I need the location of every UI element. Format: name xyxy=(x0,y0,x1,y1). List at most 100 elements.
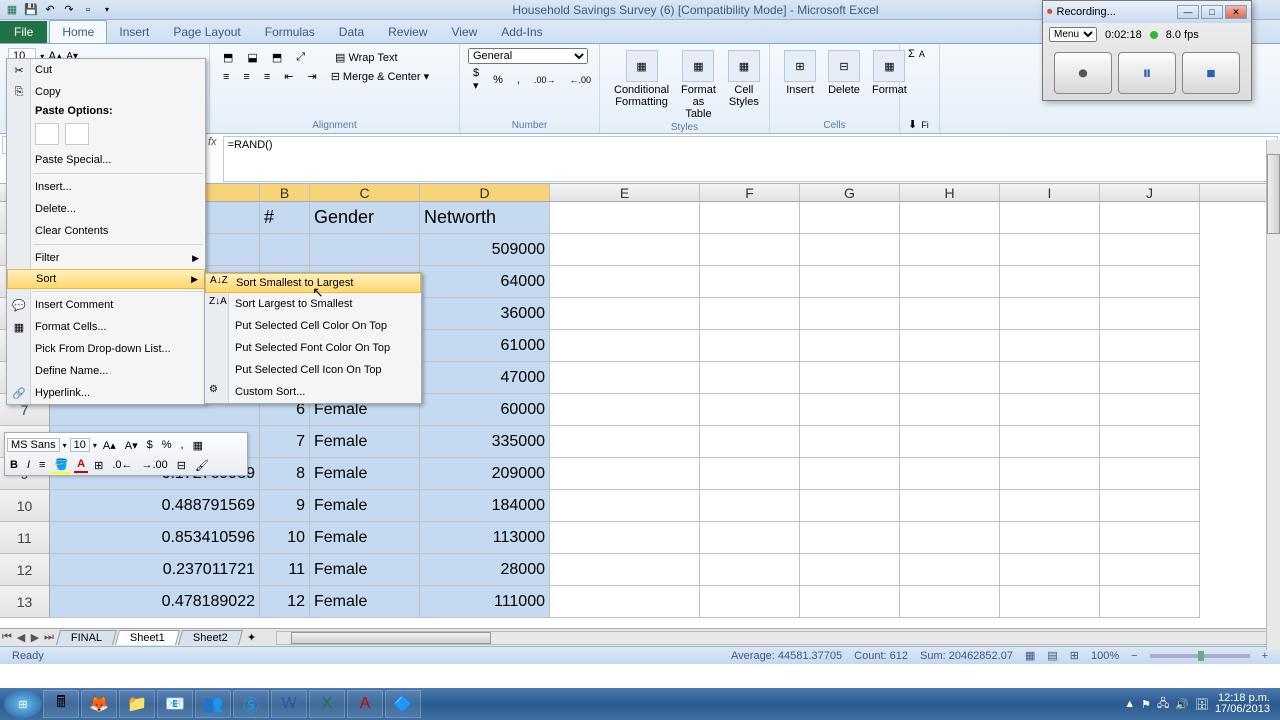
cell[interactable] xyxy=(1100,298,1200,330)
qat-more-icon[interactable]: ▾ xyxy=(99,2,115,18)
sheet-tab-sheet2[interactable]: Sheet2 xyxy=(178,630,243,645)
mini-grow-icon[interactable]: A▴ xyxy=(100,438,119,453)
taskbar-calculator-icon[interactable]: 🖩 xyxy=(43,690,79,718)
mini-comma-icon[interactable]: , xyxy=(178,438,187,452)
align-top-icon[interactable]: ⬒ xyxy=(218,48,238,67)
cell[interactable] xyxy=(1000,490,1100,522)
sheet-tab-sheet1[interactable]: Sheet1 xyxy=(115,630,180,645)
cell[interactable] xyxy=(900,522,1000,554)
decrease-decimal-icon[interactable]: ←.00 xyxy=(564,72,596,88)
cell[interactable] xyxy=(900,298,1000,330)
tab-insert[interactable]: Insert xyxy=(107,21,161,43)
cell[interactable] xyxy=(800,394,900,426)
cell[interactable]: 209000 xyxy=(420,458,550,490)
cell[interactable] xyxy=(700,234,800,266)
cell[interactable]: 0.853410596 xyxy=(50,522,260,554)
ctx-pick-list[interactable]: Pick From Drop-down List... xyxy=(7,338,205,360)
cell[interactable] xyxy=(900,426,1000,458)
sort-desc[interactable]: Z↓ASort Largest to Smallest xyxy=(205,293,421,315)
taskbar-skype-icon[interactable]: Ⓢ xyxy=(233,690,269,718)
sheet-nav[interactable]: ⏮◀▶⏭ xyxy=(0,631,56,644)
align-middle-icon[interactable]: ⬓ xyxy=(242,48,262,67)
cell[interactable] xyxy=(550,586,700,618)
cell[interactable] xyxy=(1100,586,1200,618)
cell[interactable]: Female xyxy=(310,458,420,490)
col-header-b[interactable]: B xyxy=(260,184,310,201)
cell[interactable]: 61000 xyxy=(420,330,550,362)
taskbar-app-icon[interactable]: 👥 xyxy=(195,690,231,718)
cell[interactable] xyxy=(1000,330,1100,362)
cell[interactable] xyxy=(1000,298,1100,330)
taskbar-acrobat-icon[interactable]: A xyxy=(347,690,383,718)
redo-icon[interactable]: ↷ xyxy=(61,2,77,18)
col-header-d[interactable]: D xyxy=(420,184,550,201)
ctx-hyperlink[interactable]: 🔗Hyperlink... xyxy=(7,382,205,404)
cell[interactable]: Networth xyxy=(420,202,550,234)
tab-view[interactable]: View xyxy=(440,21,490,43)
cell[interactable]: 47000 xyxy=(420,362,550,394)
cell[interactable] xyxy=(800,490,900,522)
cell[interactable]: Female xyxy=(310,426,420,458)
tray-network-icon[interactable]: 🖧 xyxy=(1157,695,1169,714)
mini-italic-icon[interactable]: I xyxy=(24,458,33,472)
view-normal-icon[interactable]: ▦ xyxy=(1025,649,1035,662)
new-sheet-icon[interactable]: ✦ xyxy=(247,631,256,644)
cell[interactable] xyxy=(800,426,900,458)
cell[interactable] xyxy=(700,202,800,234)
mini-border-icon[interactable]: ⊞ xyxy=(91,458,106,473)
tab-page-layout[interactable]: Page Layout xyxy=(161,21,252,43)
merge-center-button[interactable]: ⊟ Merge & Center ▾ xyxy=(326,67,434,86)
cell[interactable] xyxy=(900,330,1000,362)
mini-fill-icon[interactable]: 🪣 xyxy=(51,457,71,474)
cell[interactable] xyxy=(1100,458,1200,490)
conditional-formatting-button[interactable]: ▦Conditional Formatting xyxy=(608,48,675,122)
orientation-icon[interactable]: ⤢ xyxy=(291,48,310,67)
fill-icon[interactable]: ⬇ xyxy=(908,118,917,131)
cell[interactable] xyxy=(800,330,900,362)
recorder-record-button[interactable]: ⏺ xyxy=(1054,52,1112,94)
row-header[interactable]: 12 xyxy=(0,554,50,586)
tray-battery-icon[interactable]: 🗄 xyxy=(1195,698,1209,711)
ctx-cut[interactable]: ✂Cut xyxy=(7,59,205,81)
number-format-select[interactable]: General xyxy=(468,48,588,64)
format-as-table-button[interactable]: ▦Format as Table xyxy=(675,48,722,122)
col-header-e[interactable]: E xyxy=(550,184,700,201)
cell[interactable]: 28000 xyxy=(420,554,550,586)
mini-shrink-icon[interactable]: A▾ xyxy=(122,438,141,453)
sort-asc[interactable]: A↓ZSort Smallest to Largest xyxy=(205,273,421,293)
cell[interactable] xyxy=(1100,522,1200,554)
ctx-format-cells[interactable]: ▦Format Cells... xyxy=(7,316,205,338)
cell[interactable] xyxy=(900,362,1000,394)
taskbar-word-icon[interactable]: W xyxy=(271,690,307,718)
recorder-stop-button[interactable]: ⏹ xyxy=(1182,52,1240,94)
cell[interactable]: 0.478189022 xyxy=(50,586,260,618)
recorder-maximize-button[interactable]: □ xyxy=(1201,5,1223,19)
cell[interactable] xyxy=(1100,362,1200,394)
cell[interactable]: 7 xyxy=(260,426,310,458)
cell[interactable] xyxy=(1000,266,1100,298)
cell[interactable] xyxy=(900,458,1000,490)
cell[interactable] xyxy=(700,554,800,586)
cell[interactable]: Female xyxy=(310,554,420,586)
cell[interactable] xyxy=(1000,586,1100,618)
ctx-define-name[interactable]: Define Name... xyxy=(7,360,205,382)
decrease-indent-icon[interactable]: ⇤ xyxy=(279,67,298,86)
cell[interactable]: Gender xyxy=(310,202,420,234)
cell[interactable] xyxy=(900,490,1000,522)
currency-icon[interactable]: $ ▾ xyxy=(468,64,484,95)
cell[interactable] xyxy=(800,202,900,234)
cell[interactable] xyxy=(550,522,700,554)
cell[interactable] xyxy=(1100,266,1200,298)
mini-percent-icon[interactable]: % xyxy=(159,438,175,452)
cell[interactable] xyxy=(550,362,700,394)
cell[interactable] xyxy=(900,266,1000,298)
cell[interactable] xyxy=(1100,202,1200,234)
sheet-tab-final[interactable]: FINAL xyxy=(56,630,117,645)
mini-underline-icon[interactable]: ≡ xyxy=(36,458,48,472)
save-icon[interactable]: 💾 xyxy=(23,2,39,18)
cell[interactable] xyxy=(800,586,900,618)
cell[interactable] xyxy=(550,330,700,362)
sort-cell-icon[interactable]: Put Selected Cell Icon On Top xyxy=(205,359,421,381)
cell[interactable] xyxy=(700,394,800,426)
col-header-i[interactable]: I xyxy=(1000,184,1100,201)
